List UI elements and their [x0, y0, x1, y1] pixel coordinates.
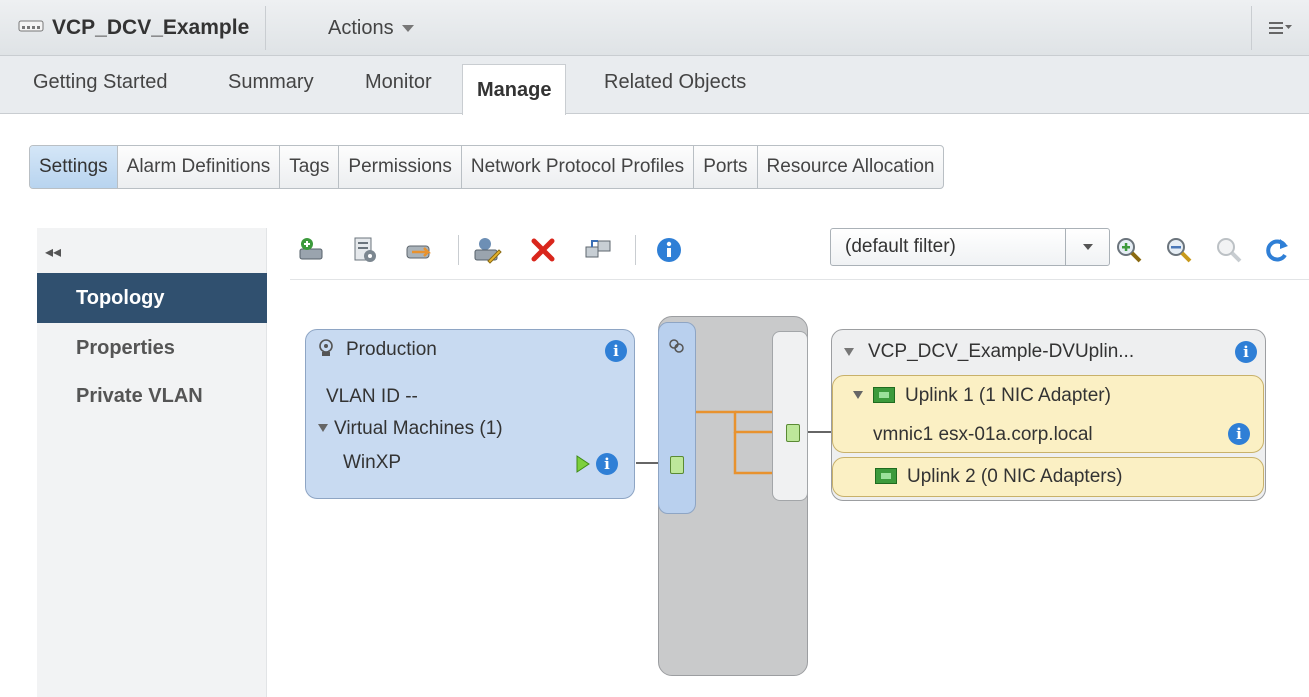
vm-header-label: Virtual Machines (1) [334, 418, 503, 439]
uplink-port[interactable] [786, 424, 800, 442]
port-group-column [658, 322, 696, 514]
vm-tree-header[interactable]: Virtual Machines (1) [318, 418, 503, 440]
port-group-name: Production [346, 339, 437, 360]
collapse-icon[interactable] [844, 348, 854, 356]
vm-name[interactable]: WinXP [343, 452, 401, 474]
vm-port[interactable] [670, 456, 684, 474]
expand-icon[interactable] [853, 391, 863, 399]
vm-info-icon[interactable]: i [596, 453, 618, 475]
vlan-id: VLAN ID -- [326, 386, 418, 407]
port-group-icon [316, 338, 336, 363]
expand-icon[interactable] [318, 424, 328, 432]
port-group-panel[interactable]: Production i VLAN ID -- Virtual Machines… [305, 329, 635, 499]
uplink-2-row: Uplink 2 (0 NIC Adapters) [875, 466, 1122, 488]
info-icon[interactable]: i [605, 340, 627, 362]
uplink-column [772, 331, 808, 501]
uplink-2[interactable]: Uplink 2 (0 NIC Adapters) [832, 457, 1264, 497]
uplink-1-row: Uplink 1 (1 NIC Adapter) [853, 385, 1111, 407]
nic-info-icon[interactable]: i [1228, 423, 1250, 445]
port-group-icon [668, 337, 686, 360]
nic-icon [873, 387, 895, 403]
nic-icon [875, 468, 897, 484]
uplink-group-name: VCP_DCV_Example-DVUplin... [868, 341, 1135, 362]
info-icon[interactable]: i [1235, 341, 1257, 363]
uplink-1-label: Uplink 1 (1 NIC Adapter) [905, 385, 1111, 406]
uplink-1[interactable]: Uplink 1 (1 NIC Adapter) vmnic1 esx-01a.… [832, 375, 1264, 453]
uplink-header: VCP_DCV_Example-DVUplin... [832, 330, 1265, 374]
uplink-panel[interactable]: VCP_DCV_Example-DVUplin... i Uplink 1 (1… [831, 329, 1266, 501]
nic-name[interactable]: vmnic1 esx-01a.corp.local [873, 424, 1093, 446]
uplink-2-label: Uplink 2 (0 NIC Adapters) [907, 466, 1123, 487]
powered-on-icon [575, 454, 591, 479]
port-group-header: Production [306, 330, 634, 370]
